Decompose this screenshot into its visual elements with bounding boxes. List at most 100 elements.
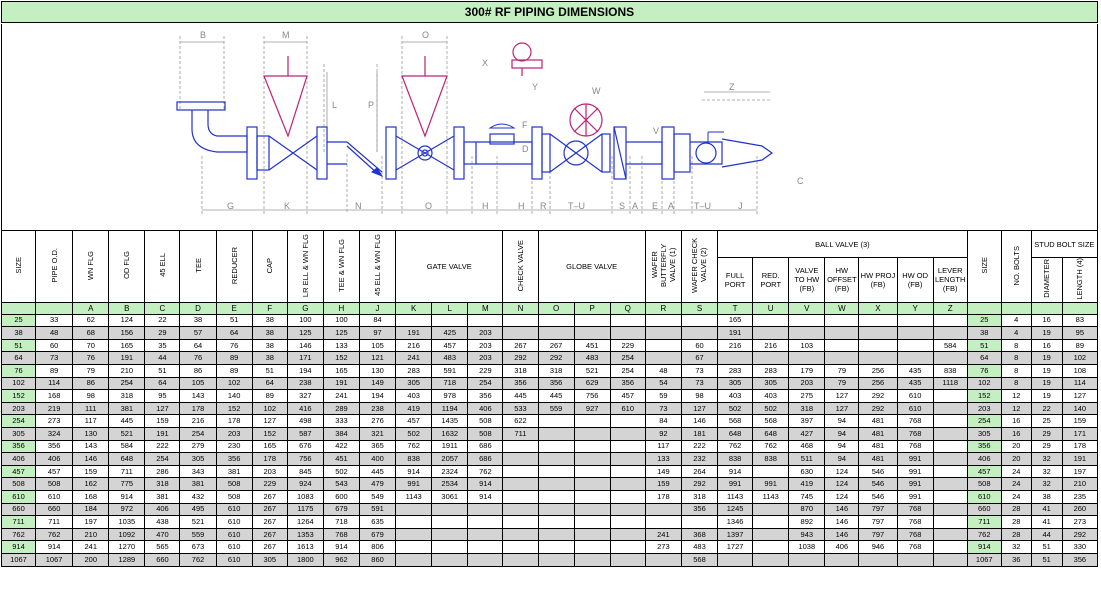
- table-cell: 381: [179, 477, 217, 491]
- table-cell: 991: [896, 477, 934, 491]
- table-cell: [932, 515, 968, 529]
- table-cell: 305: [395, 376, 433, 391]
- table-cell: 1911: [431, 439, 469, 454]
- table-cell: 508: [0, 477, 37, 491]
- table-cell: 124: [824, 464, 860, 479]
- table-cell: [573, 502, 611, 517]
- letter-cell: Q: [609, 301, 646, 315]
- table-cell: 305: [717, 376, 754, 391]
- table-cell: 914: [322, 540, 361, 554]
- table-cell: 972: [108, 502, 146, 517]
- letter-cell: S: [680, 301, 719, 315]
- table-cell: 146: [72, 452, 110, 466]
- table-cell: 254: [609, 351, 646, 366]
- table-cell: [644, 502, 682, 517]
- table-cell: 216: [395, 338, 433, 353]
- letter-cell: Z: [932, 301, 968, 315]
- table-cell: 914: [108, 490, 146, 504]
- table-cell: 318: [502, 364, 539, 378]
- table-cell: 149: [644, 464, 682, 479]
- table-cell: 165: [322, 364, 361, 378]
- table-cell: 845: [286, 464, 324, 479]
- table-cell: 35: [144, 338, 181, 353]
- col-wafer-butterfly: WAFER BUTTERFLY VALVE (1): [644, 230, 682, 303]
- table-cell: [537, 540, 575, 554]
- table-cell: 3061: [431, 490, 469, 504]
- table-cell: 318: [144, 477, 181, 491]
- table-cell: 25: [966, 313, 1002, 328]
- table-cell: [644, 338, 682, 353]
- table-cell: [502, 515, 539, 529]
- col-length: LENGTH (4): [1061, 257, 1099, 303]
- table-cell: 762: [395, 439, 433, 454]
- table-cell: 356: [502, 376, 539, 391]
- table-cell: 508: [467, 427, 504, 441]
- table-cell: 648: [108, 452, 146, 466]
- table-cell: 838: [717, 452, 754, 466]
- table-cell: 241: [395, 351, 433, 366]
- table-cell: [644, 313, 682, 328]
- table-cell: 267: [537, 338, 575, 353]
- table-cell: 635: [358, 515, 397, 529]
- table-cell: 125: [322, 326, 361, 340]
- table-cell: 102: [1061, 351, 1099, 366]
- table-cell: 481: [858, 427, 898, 441]
- table-cell: 451: [322, 452, 361, 466]
- table-cell: 600: [322, 490, 361, 504]
- table-cell: 762: [966, 527, 1002, 542]
- table-cell: 51: [1030, 540, 1063, 554]
- table-cell: 140: [1061, 401, 1099, 416]
- col-no-bolts: NO. BOLTS: [1000, 230, 1032, 303]
- table-cell: 57: [179, 326, 217, 340]
- letter-cell: N: [502, 301, 539, 315]
- table-cell: 127: [680, 401, 719, 416]
- table-cell: 235: [1061, 490, 1099, 504]
- table-cell: 178: [179, 401, 217, 416]
- dim-label: K: [284, 201, 290, 211]
- letter-cell: F: [251, 301, 288, 315]
- table-cell: [752, 552, 790, 567]
- table-cell: 425: [431, 326, 469, 340]
- table-cell: 292: [858, 389, 898, 403]
- table-cell: 127: [251, 414, 288, 428]
- table-cell: 102: [251, 401, 288, 416]
- piping-drawing: B M O X Y W Z L P D F V C G K N O H H R: [1, 24, 1098, 230]
- col-pipe-od: PIPE O.D.: [35, 230, 74, 303]
- table-cell: [824, 313, 860, 328]
- table-cell: 152: [215, 401, 253, 416]
- table-cell: 318: [537, 364, 575, 378]
- table-cell: 768: [896, 540, 934, 554]
- table-cell: 51: [0, 338, 37, 353]
- letter-cell: [1030, 301, 1063, 315]
- table-cell: 210: [108, 364, 146, 378]
- table-cell: [395, 515, 433, 529]
- table-cell: 79: [824, 364, 860, 378]
- table-cell: [824, 338, 860, 353]
- table-cell: 927: [573, 401, 611, 416]
- table-cell: 914: [395, 464, 433, 479]
- letter-cell: U: [752, 301, 790, 315]
- table-cell: 32: [1030, 464, 1063, 479]
- table-cell: 197: [72, 515, 110, 529]
- table-cell: 305: [752, 376, 790, 391]
- table-cell: 38: [179, 313, 217, 328]
- table-cell: 100: [322, 313, 361, 328]
- col-lr-ell-wn-flg: LR ELL & WN FLG: [286, 230, 324, 303]
- table-cell: 165: [251, 439, 288, 454]
- table-cell: 403: [717, 389, 754, 403]
- table-cell: [431, 552, 469, 567]
- table-cell: 305: [0, 427, 37, 441]
- table-cell: 273: [35, 414, 74, 428]
- table-cell: 622: [502, 414, 539, 428]
- table-cell: 184: [72, 502, 110, 517]
- table-cell: 76: [0, 364, 37, 378]
- table-cell: 1245: [717, 502, 754, 517]
- table-cell: 283: [395, 364, 433, 378]
- table-cell: [609, 540, 646, 554]
- table-cell: [609, 326, 646, 340]
- table-cell: 610: [35, 490, 74, 504]
- table-cell: 140: [215, 389, 253, 403]
- dim-label: B: [200, 30, 206, 40]
- table-cell: 124: [108, 313, 146, 328]
- dim-label: Y: [532, 82, 538, 92]
